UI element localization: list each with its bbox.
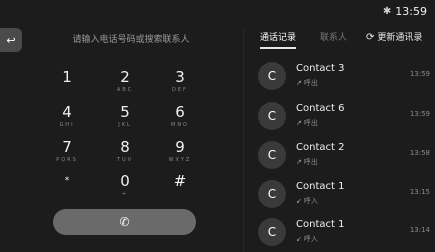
key-digit: 9	[175, 138, 185, 156]
panel-divider	[243, 28, 244, 252]
avatar: C	[258, 180, 286, 208]
outgoing-call-icon: ↗	[296, 158, 302, 166]
key-digit: 3	[175, 68, 185, 86]
key-9[interactable]: 9 WXYZ	[155, 138, 205, 172]
call-time: 13:15	[409, 188, 430, 196]
call-type: ↗ 呼出	[296, 157, 318, 167]
call-type-label: 呼出	[303, 158, 318, 166]
refresh-icon: ⟳	[366, 32, 375, 43]
key-letters: MNO	[171, 122, 189, 128]
refresh-contacts-button[interactable]: ⟳ 更新通讯录	[366, 31, 422, 45]
key-digit: #	[173, 172, 187, 190]
key-digit: 0	[120, 172, 130, 190]
key-digit: *	[64, 176, 70, 186]
key-6[interactable]: 6 MNO	[155, 103, 205, 137]
refresh-label: 更新通讯录	[377, 33, 423, 43]
key-letters: DEF	[172, 87, 188, 93]
key-digit: 1	[62, 68, 72, 86]
avatar: C	[258, 102, 286, 130]
avatar: C	[258, 218, 286, 246]
call-type-label: 呼出	[303, 79, 318, 87]
call-log-row[interactable]: C Contact 2 ↗ 呼出 13:58	[258, 139, 430, 171]
status-bar: ✱ 13:59	[383, 0, 427, 22]
call-log-row[interactable]: C Contact 1 ↙ 呼入 13:15	[258, 178, 430, 210]
call-log-row[interactable]: C Contact 3 ↗ 呼出 13:59	[258, 60, 430, 92]
tab-contacts[interactable]: 联系人	[320, 31, 347, 45]
key-letters: ABC	[116, 87, 134, 93]
key-letters: TUV	[116, 157, 134, 163]
outgoing-call-icon: ↗	[296, 79, 302, 87]
avatar: C	[258, 141, 286, 169]
incoming-call-icon: ↙	[296, 235, 302, 243]
call-type: ↙ 呼入	[296, 234, 318, 244]
call-log-row[interactable]: C Contact 1 ↙ 呼入 13:14	[258, 216, 430, 248]
key-8[interactable]: 8 TUV	[100, 138, 150, 172]
key-hash[interactable]: #	[155, 172, 205, 206]
key-digit: 2	[120, 68, 130, 86]
call-button[interactable]: ✆	[53, 209, 196, 235]
contact-name: Contact 6	[296, 103, 345, 114]
contact-name: Contact 1	[296, 181, 345, 192]
call-time: 13:59	[409, 110, 430, 118]
phone-icon: ✆	[119, 215, 130, 229]
call-type-label: 呼入	[303, 197, 318, 205]
call-type-label: 呼出	[303, 119, 318, 127]
incoming-call-icon: ↙	[296, 197, 302, 205]
key-letters: JKL	[118, 122, 132, 128]
key-3[interactable]: 3 DEF	[155, 68, 205, 102]
key-letters: WXYZ	[168, 157, 192, 163]
call-time: 13:14	[409, 226, 430, 234]
back-button[interactable]: ↩	[0, 28, 22, 52]
key-digit: 6	[175, 103, 185, 121]
call-time: 13:58	[409, 149, 430, 157]
key-letters: PQRS	[56, 157, 78, 163]
dial-input[interactable]: 请输入电话号码或搜索联系人	[26, 31, 236, 49]
avatar: C	[258, 62, 286, 90]
key-5[interactable]: 5 JKL	[100, 103, 150, 137]
key-digit: 5	[120, 103, 130, 121]
key-digit: 4	[62, 103, 72, 121]
bluetooth-icon: ✱	[382, 5, 392, 17]
call-type: ↗ 呼出	[296, 118, 318, 128]
call-type: ↙ 呼入	[296, 196, 318, 206]
key-4[interactable]: 4 GHI	[42, 103, 92, 137]
key-0[interactable]: 0 +	[100, 172, 150, 206]
contact-name: Contact 3	[296, 63, 345, 74]
key-7[interactable]: 7 PQRS	[42, 138, 92, 172]
key-star[interactable]: *	[42, 172, 92, 206]
key-digit: 7	[62, 138, 72, 156]
key-digit: 8	[120, 138, 130, 156]
contact-name: Contact 2	[296, 142, 345, 153]
call-log-row[interactable]: C Contact 6 ↗ 呼出 13:59	[258, 100, 430, 132]
key-letters: +	[121, 191, 129, 197]
call-type-label: 呼入	[303, 235, 318, 243]
call-type: ↗ 呼出	[296, 78, 318, 88]
call-time: 13:59	[409, 70, 430, 78]
tab-call-log[interactable]: 通话记录	[260, 31, 297, 49]
contact-name: Contact 1	[296, 219, 345, 230]
key-2[interactable]: 2 ABC	[100, 68, 150, 102]
key-letters: GHI	[59, 122, 75, 128]
status-time: 13:59	[395, 4, 427, 18]
outgoing-call-icon: ↗	[296, 119, 302, 127]
back-arrow-icon: ↩	[6, 33, 16, 47]
key-1[interactable]: 1	[42, 68, 92, 102]
